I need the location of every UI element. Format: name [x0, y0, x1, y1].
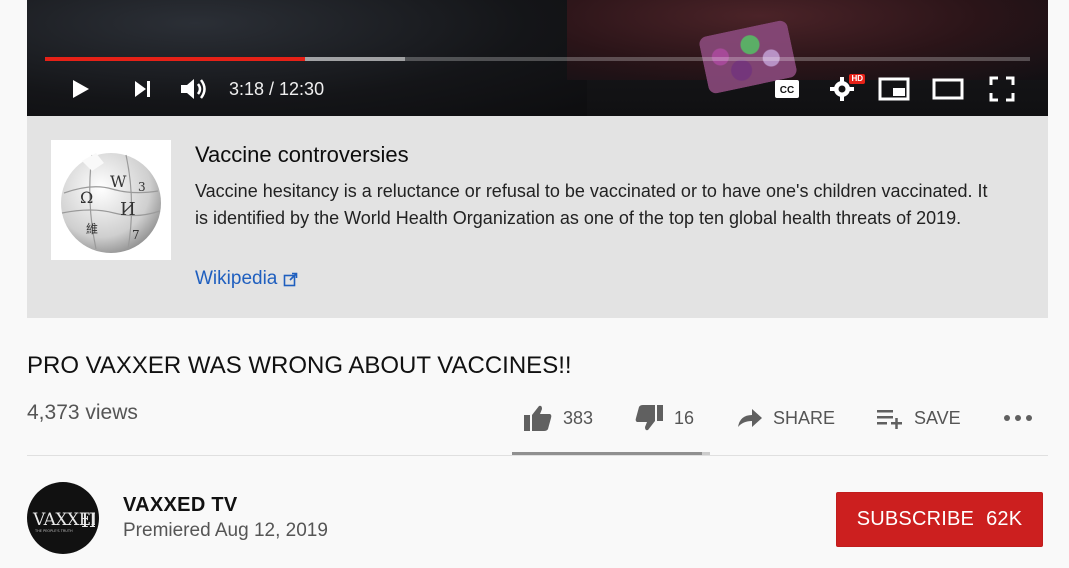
svg-text:Ω: Ω — [80, 188, 93, 207]
video-player[interactable]: 3:18 / 12:30 CC HD — [27, 0, 1048, 116]
view-count: 4,373 views — [27, 401, 138, 424]
video-title: PRO VAXXER WAS WRONG ABOUT VACCINES!! — [27, 352, 572, 379]
like-count: 383 — [563, 407, 594, 428]
context-info-panel: Ω W И 維 3 7 Vaccine controversies Vaccin… — [27, 116, 1048, 318]
wikipedia-link[interactable]: Wikipedia — [195, 268, 298, 290]
sentiment-bar-fill — [512, 452, 703, 455]
wikipedia-globe-icon: Ω W И 維 3 7 — [51, 140, 171, 260]
sentiment-bar — [512, 452, 710, 455]
dislike-button[interactable]: 16 — [634, 400, 694, 436]
thumbs-down-icon — [635, 405, 663, 431]
svg-text:CC: CC — [780, 85, 794, 96]
captions-icon[interactable]: CC — [773, 70, 801, 108]
channel-avatar[interactable]: VAXXED II THE PEOPLE'S TRUTH — [27, 482, 99, 554]
section-divider — [27, 455, 1048, 456]
theater-mode-icon[interactable] — [931, 70, 965, 108]
settings-icon[interactable]: HD — [827, 70, 865, 108]
fullscreen-icon[interactable] — [987, 70, 1017, 108]
more-horizontal-icon — [1004, 415, 1032, 421]
subscribe-label: SUBSCRIBE — [856, 508, 975, 530]
subscribe-button[interactable]: SUBSCRIBE 62K — [836, 492, 1043, 547]
svg-text:維: 維 — [86, 222, 98, 236]
svg-text:И: И — [120, 199, 136, 220]
like-button[interactable]: 383 — [523, 400, 593, 436]
external-link-icon — [284, 272, 298, 286]
hd-badge: HD — [849, 74, 865, 84]
share-arrow-icon — [738, 409, 762, 427]
share-button[interactable]: SHARE — [737, 400, 835, 436]
progress-played — [45, 57, 306, 61]
info-panel-text: Vaccine hesitancy is a reluctance or ref… — [195, 181, 988, 228]
next-icon[interactable] — [127, 70, 157, 108]
save-label: SAVE — [914, 407, 961, 428]
channel-logo: VAXXED II THE PEOPLE'S TRUTH — [32, 508, 95, 533]
time-display: 3:18 / 12:30 — [229, 78, 325, 99]
thumbs-up-icon — [524, 405, 552, 431]
wikipedia-link-label: Wikipedia — [195, 268, 278, 289]
svg-text:THE PEOPLE'S TRUTH: THE PEOPLE'S TRUTH — [34, 529, 73, 533]
playlist-add-icon — [877, 410, 902, 429]
subscriber-count: 62K — [986, 508, 1023, 530]
save-button[interactable]: SAVE — [876, 400, 961, 436]
play-icon[interactable] — [65, 70, 95, 108]
video-frame-right — [567, 0, 1048, 80]
dislike-count: 16 — [674, 407, 695, 428]
channel-name[interactable]: VAXXED TV — [123, 494, 238, 517]
volume-icon[interactable] — [177, 70, 211, 108]
info-panel-title: Vaccine controversies — [195, 142, 409, 167]
share-label: SHARE — [773, 407, 836, 428]
player-controls: 3:18 / 12:30 CC HD — [27, 70, 1048, 108]
more-actions-button[interactable] — [1002, 400, 1034, 436]
svg-text:W: W — [110, 172, 127, 191]
progress-bar[interactable] — [45, 57, 1030, 61]
premiere-date: Premiered Aug 12, 2019 — [123, 520, 328, 541]
miniplayer-icon[interactable] — [877, 70, 911, 108]
svg-text:II: II — [81, 508, 95, 532]
svg-text:7: 7 — [132, 228, 140, 242]
svg-text:3: 3 — [138, 180, 146, 194]
